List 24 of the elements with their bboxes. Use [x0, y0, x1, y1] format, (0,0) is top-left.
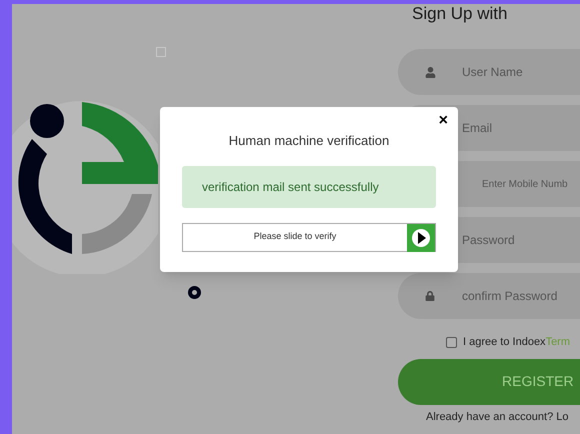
success-alert: verification mail sent successfully	[182, 166, 436, 208]
play-icon	[411, 228, 431, 248]
register-button[interactable]: REGISTER	[398, 358, 580, 404]
dialog-title: Human machine verification	[228, 132, 390, 150]
lock-icon	[425, 291, 435, 301]
placeholder-text: Email	[462, 120, 492, 137]
placeholder-text: Password	[462, 232, 515, 249]
placeholder-text: confirm Password	[462, 288, 558, 305]
login-prompt: Already have an account? Lo	[426, 410, 568, 424]
input-field[interactable]: confirm Password	[398, 273, 580, 319]
user-icon	[424, 66, 436, 78]
placeholder-text: Enter Mobile Numb	[482, 178, 568, 192]
verify-slider[interactable]: Please slide to verify	[182, 222, 436, 252]
input-field[interactable]: User Name	[398, 49, 580, 95]
close-button[interactable]: ×	[438, 113, 448, 129]
agree-checkbox[interactable]	[446, 336, 457, 348]
terms-link[interactable]: Term	[546, 334, 570, 350]
placeholder-text: User Name	[462, 64, 523, 81]
slider-handle[interactable]	[407, 224, 435, 252]
slider-text: Please slide to verify	[252, 230, 338, 244]
agree-label: I agree to Indoex	[463, 335, 546, 350]
ring-icon	[188, 286, 201, 299]
page-heading: Sign Up with	[412, 4, 508, 24]
square-icon	[156, 47, 166, 57]
